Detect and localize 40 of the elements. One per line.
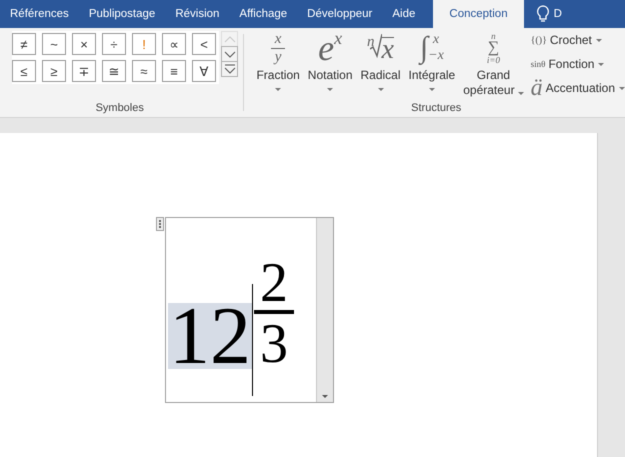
more-button[interactable] [221,61,238,77]
lightbulb-icon[interactable] [536,5,550,23]
symbol-button[interactable]: ≡ [162,60,186,82]
structure-menu-button[interactable]: ä Accentuation [530,78,625,98]
ribbon-tab[interactable]: Développeur [299,0,380,28]
group-label: Symboles [96,102,144,114]
tell-me-field[interactable]: D [554,8,562,20]
scroll-down-button[interactable] [221,46,238,62]
drag-handle-icon[interactable] [156,217,164,231]
symbol-button[interactable]: ÷ [102,33,126,55]
symbol-button[interactable]: ∓ [72,60,96,82]
structure-button[interactable]: n ∑ i=0 Grand opérateur [460,28,527,98]
symbol-button[interactable]: ≈ [132,60,156,82]
structure-button[interactable]: x y Fraction [253,28,303,98]
ribbon-tab[interactable]: Publipostage [80,0,164,28]
symbol-button[interactable]: ≠ [12,33,36,55]
ribbon-tab[interactable]: Révision [167,0,228,28]
equation-number: 12 [168,303,252,369]
symbol-button[interactable]: ≅ [102,60,126,82]
group-label: Structures [411,102,462,114]
symbol-button[interactable]: ∀ [192,60,216,82]
chevron-up-icon [224,36,236,42]
chevron-down-icon [224,50,236,58]
expand-icon [224,64,236,74]
ribbon-tab[interactable]: Affichage [231,0,296,28]
ribbon-tab[interactable]: Aide [384,0,424,28]
symbol-button[interactable]: × [72,33,96,55]
radical-sign-icon [370,34,382,58]
symbol-button[interactable]: ∝ [162,33,186,55]
structure-menu-button[interactable]: sinθ Fonction [530,54,625,74]
ribbon-tab[interactable]: Conception [433,0,524,28]
symbol-button[interactable]: < [192,33,216,55]
numerator: 2 [260,258,288,308]
structure-button[interactable]: n x Radical [358,28,404,98]
symbol-button[interactable]: ≤ [12,60,36,82]
structure-menu-button[interactable]: {()} Crochet [530,30,625,50]
symbol-button[interactable]: ≥ [42,60,66,82]
symbol-button[interactable]: ~ [42,33,66,55]
ribbon-tab[interactable]: Références [0,0,77,28]
denominator: 3 [260,318,288,368]
